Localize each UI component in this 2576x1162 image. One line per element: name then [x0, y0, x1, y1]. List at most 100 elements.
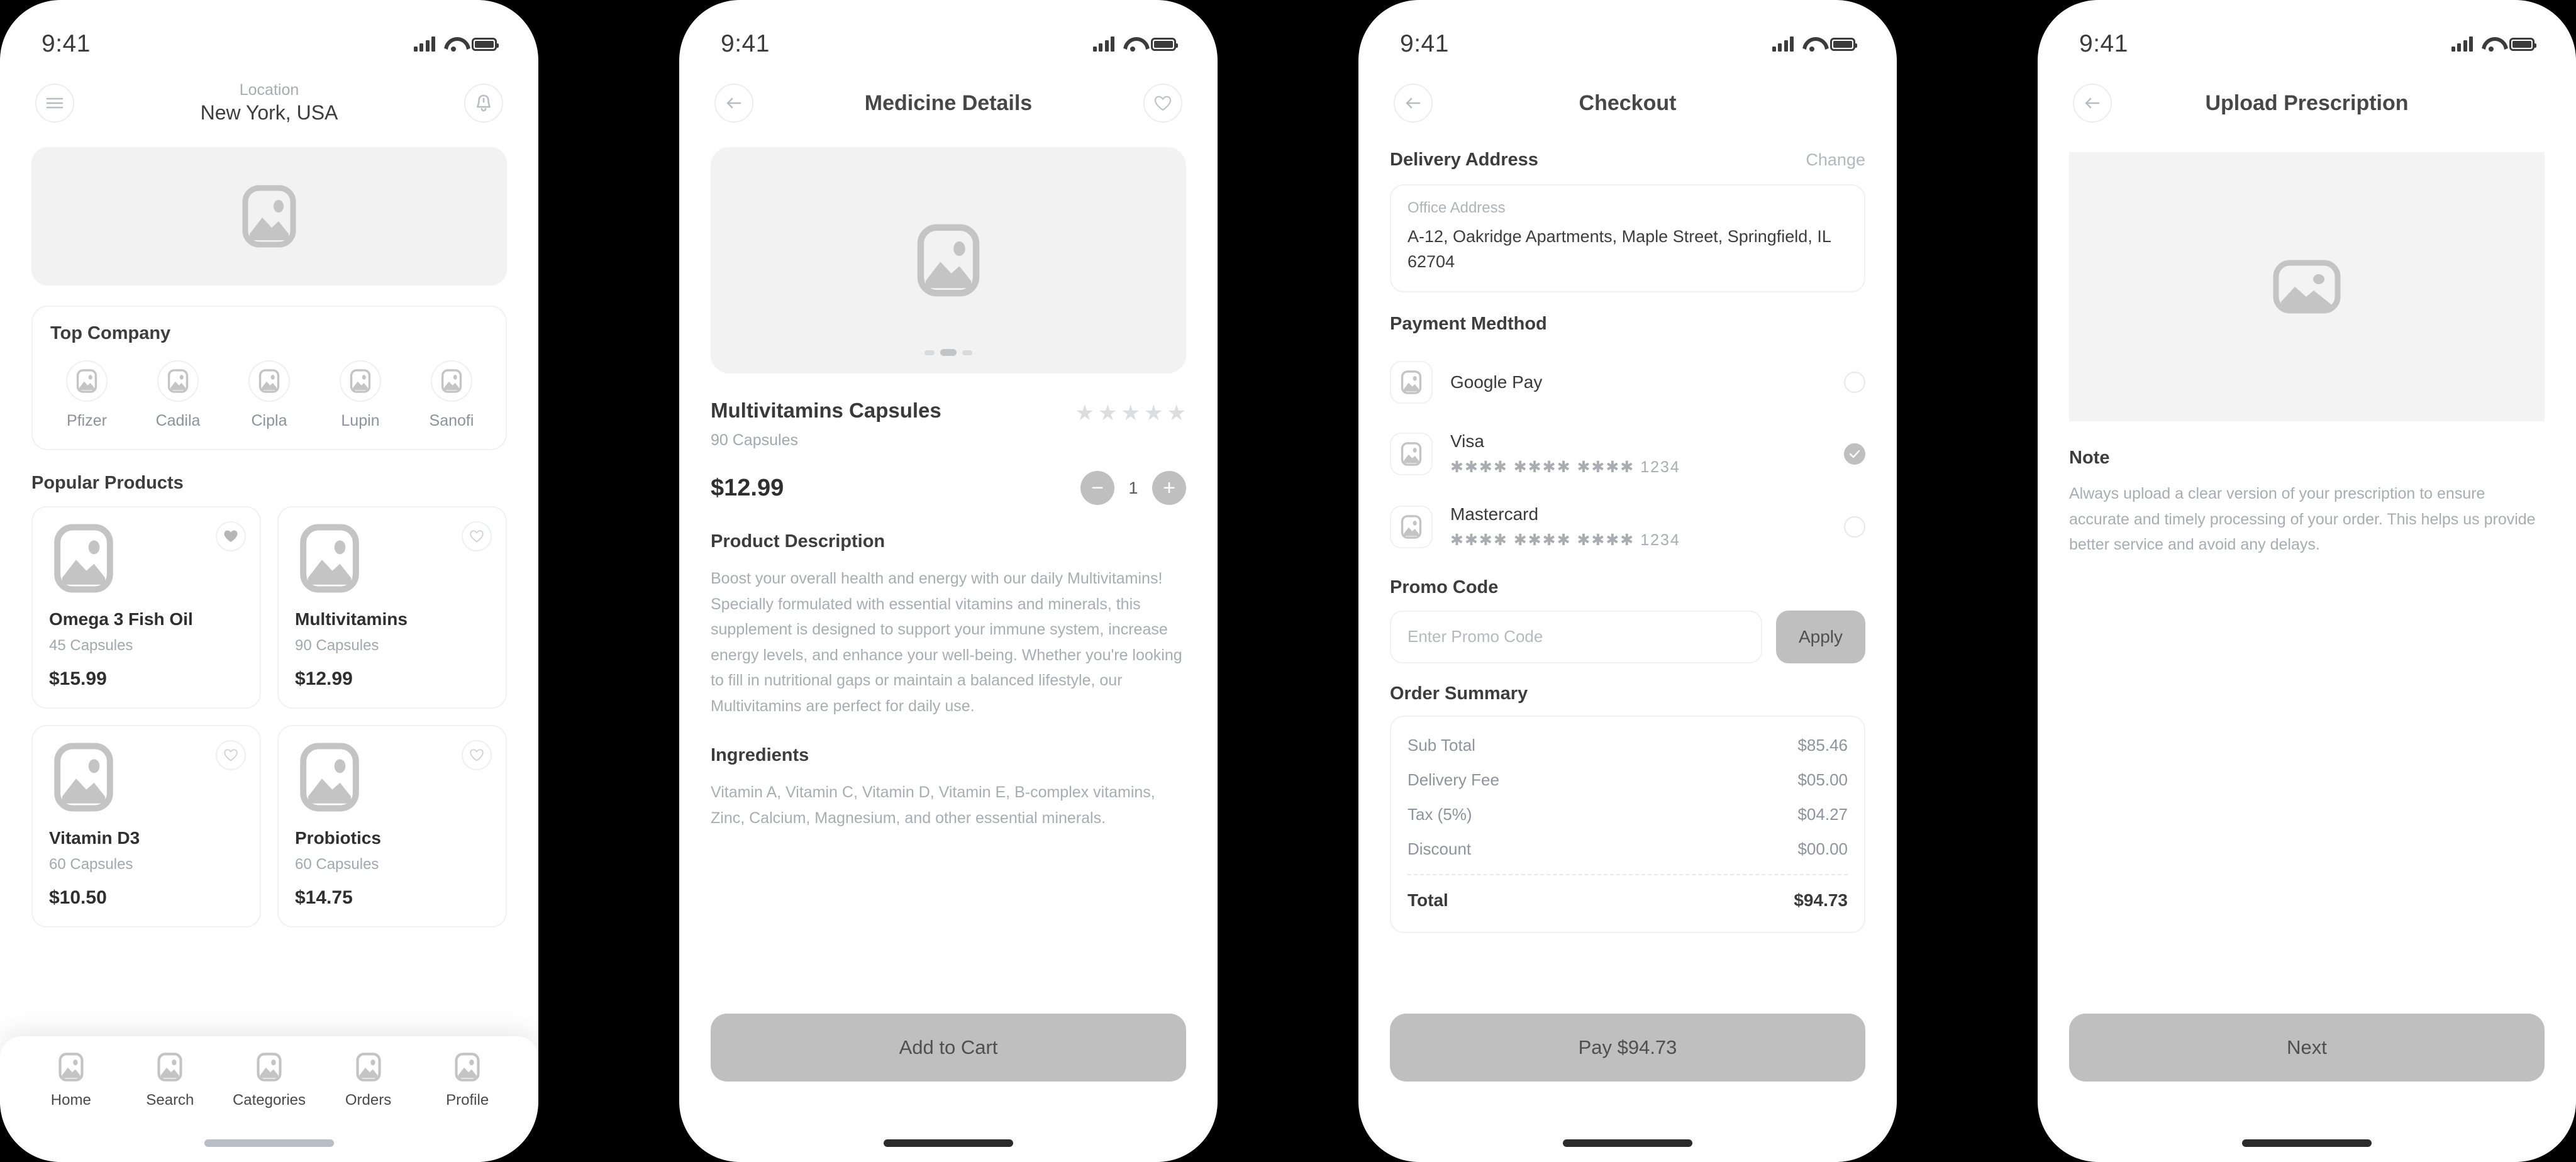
- heart-outline-icon: [1154, 96, 1172, 111]
- payment-name: Mastercard: [1450, 504, 1539, 524]
- product-quantity: 60 Capsules: [295, 856, 379, 873]
- home-indicator[interactable]: [884, 1139, 1013, 1147]
- tab-label: Profile: [446, 1092, 489, 1109]
- summary-row: Discount $00.00: [1407, 832, 1848, 866]
- page-title: Medicine Details: [864, 91, 1033, 115]
- delivery-address-header: Delivery Address Change: [1390, 150, 1865, 170]
- brand-item-sanofi[interactable]: Sanofi: [415, 360, 488, 430]
- decrement-button[interactable]: −: [1080, 471, 1114, 505]
- payment-card-mask: ✱✱✱✱ ✱✱✱✱ ✱✱✱✱ 1234: [1450, 458, 1680, 476]
- brand-item-cipla[interactable]: Cipla: [233, 360, 306, 430]
- heart-filled-icon: [224, 530, 238, 542]
- payment-method-label: Payment Medthod: [1390, 313, 1547, 334]
- rating-stars[interactable]: ★ ★ ★ ★ ★: [1075, 402, 1186, 424]
- product-quantity: 90 Capsules: [295, 637, 379, 654]
- brand-label: Sanofi: [429, 412, 474, 429]
- tab-categories[interactable]: Categories: [222, 1053, 316, 1109]
- prescription-upload-area[interactable]: [2069, 152, 2545, 421]
- tab-profile[interactable]: Profile: [420, 1053, 514, 1109]
- product-card[interactable]: Omega 3 Fish Oil 45 Capsules $15.99: [31, 506, 261, 709]
- delivery-address-label: Delivery Address: [1390, 150, 1538, 170]
- apply-promo-button[interactable]: Apply: [1776, 610, 1865, 663]
- page-title: Checkout: [1579, 91, 1677, 115]
- home-indicator[interactable]: [2242, 1139, 2372, 1147]
- details-navbar: Medicine Details: [679, 65, 1218, 141]
- promo-code-input[interactable]: Enter Promo Code: [1390, 610, 1762, 663]
- star-icon: ★: [1121, 401, 1141, 425]
- payment-method-header: Payment Medthod: [1390, 314, 1865, 335]
- payment-logo: [1390, 360, 1433, 404]
- hamburger-menu-button[interactable]: [35, 84, 74, 123]
- image-placeholder-icon: [300, 524, 359, 593]
- back-button[interactable]: [1394, 84, 1433, 123]
- star-icon: ★: [1098, 401, 1118, 425]
- favorite-button[interactable]: [462, 521, 492, 551]
- image-placeholder-icon: [167, 369, 189, 393]
- product-card[interactable]: Multivitamins 90 Capsules $12.99: [277, 506, 507, 709]
- note-title: Note: [2069, 448, 2110, 468]
- status-bar: 9:41: [679, 0, 1218, 65]
- status-bar-icons: [1772, 36, 1857, 52]
- home-indicator[interactable]: [1563, 1139, 1692, 1147]
- phone-screen-medicine-details: 9:41 Medicine Details Multivitamins Caps…: [679, 0, 1218, 1162]
- location-value: New York, USA: [200, 101, 338, 124]
- increment-button[interactable]: +: [1152, 471, 1186, 505]
- navbar-spacer: [2502, 84, 2541, 123]
- brand-item-pfizer[interactable]: Pfizer: [50, 360, 123, 430]
- quantity-stepper[interactable]: − 1 +: [1080, 471, 1186, 505]
- product-image-carousel[interactable]: [711, 147, 1186, 374]
- product-name: Multivitamins Capsules: [711, 399, 941, 422]
- brand-item-lupin[interactable]: Lupin: [324, 360, 397, 430]
- details-title-wrap: Medicine Details: [753, 91, 1143, 116]
- brand-item-cadila[interactable]: Cadila: [142, 360, 214, 430]
- image-placeholder-icon: [917, 224, 980, 297]
- tab-label: Search: [146, 1092, 194, 1109]
- favorite-button[interactable]: [216, 521, 246, 551]
- search-icon: [157, 1053, 182, 1082]
- star-icon: ★: [1075, 401, 1095, 425]
- change-address-link[interactable]: Change: [1806, 150, 1865, 170]
- checkout-navbar: Checkout: [1358, 65, 1897, 141]
- image-placeholder-icon: [1401, 442, 1422, 466]
- next-button[interactable]: Next: [2069, 1014, 2545, 1082]
- location-block[interactable]: Location New York, USA: [74, 80, 464, 126]
- product-quantity: 45 Capsules: [49, 637, 133, 654]
- payment-method-google-pay[interactable]: Google Pay: [1390, 347, 1865, 418]
- checkout-title-wrap: Checkout: [1433, 91, 1823, 116]
- payment-radio[interactable]: [1844, 516, 1865, 538]
- tab-orders[interactable]: Orders: [321, 1053, 416, 1109]
- pay-button[interactable]: Pay $94.73: [1390, 1014, 1865, 1082]
- status-bar-time: 9:41: [1400, 30, 1449, 57]
- product-name: Vitamin D3: [49, 828, 140, 848]
- payment-method-mastercard[interactable]: Mastercard ✱✱✱✱ ✱✱✱✱ ✱✱✱✱ 1234: [1390, 490, 1865, 563]
- tab-search[interactable]: Search: [123, 1053, 217, 1109]
- summary-total-value: $94.73: [1794, 890, 1848, 910]
- back-button[interactable]: [2073, 84, 2112, 123]
- add-to-cart-button[interactable]: Add to Cart: [711, 1014, 1186, 1082]
- status-bar-icons: [2451, 36, 2536, 52]
- back-button[interactable]: [714, 84, 753, 123]
- tab-home[interactable]: Home: [24, 1053, 118, 1109]
- payment-radio-selected[interactable]: [1844, 443, 1865, 465]
- product-quantity: 60 Capsules: [49, 856, 133, 873]
- battery-icon: [1830, 37, 1857, 51]
- product-card[interactable]: Probiotics 60 Capsules $14.75: [277, 725, 507, 927]
- favorite-button[interactable]: [1143, 84, 1182, 123]
- cellular-signal-icon: [1772, 36, 1794, 52]
- payment-radio[interactable]: [1844, 371, 1865, 393]
- favorite-button[interactable]: [462, 740, 492, 770]
- categories-icon: [257, 1053, 282, 1082]
- notification-bell-button[interactable]: [464, 84, 503, 123]
- product-price: $10.50: [49, 887, 107, 908]
- description-text: Boost your overall health and energy wit…: [711, 570, 1182, 715]
- product-card[interactable]: Vitamin D3 60 Capsules $10.50: [31, 725, 261, 927]
- orders-icon: [356, 1053, 381, 1082]
- home-hero-banner[interactable]: [31, 147, 507, 285]
- delivery-address-box[interactable]: Office Address A-12, Oakridge Apartments…: [1390, 184, 1865, 292]
- brand-logo: [157, 360, 199, 402]
- favorite-button[interactable]: [216, 740, 246, 770]
- home-indicator[interactable]: [204, 1139, 334, 1147]
- cellular-signal-icon: [1092, 36, 1114, 52]
- carousel-dots[interactable]: [924, 349, 972, 356]
- payment-method-visa[interactable]: Visa ✱✱✱✱ ✱✱✱✱ ✱✱✱✱ 1234: [1390, 418, 1865, 490]
